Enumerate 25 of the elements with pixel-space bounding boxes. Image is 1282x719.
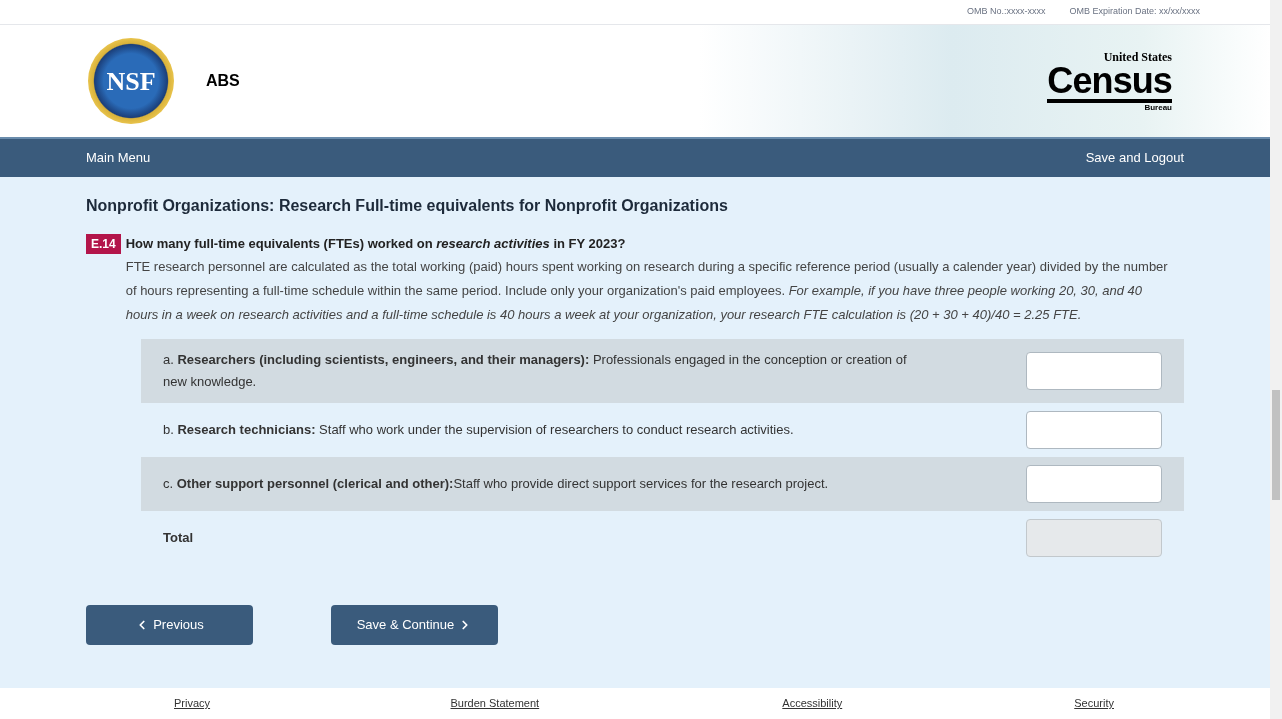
- omb-expiration-date: OMB Expiration Date: xx/xx/xxxx: [1069, 5, 1200, 19]
- answer-field[interactable]: [1026, 464, 1162, 503]
- row-label: a. Researchers (including scientists, engineers, and their managers): Professionals engaged in the conception or creation of new knowledge.: [163, 350, 908, 391]
- survey-name: ABS: [206, 71, 240, 91]
- question-description: FTE research personnel are calculated as the total working (paid) hours spent working on research during a specific reference period (usually a calender year) divided by the number of hours representing a full-time schedule within the same period. Include only your organization's paid employees. For example, if you have three people working 20, 30, and 40 hours in a week on research activities and a full-time schedule is 40 hours a week at your organization, your research FTE calculation is (20 + 30 + 40)/40 = 2.25 FTE.: [125, 257, 1169, 324]
- question-number: E.14: [86, 234, 121, 254]
- census-logo: United States Census Bureau: [1047, 50, 1172, 112]
- answer-field[interactable]: [1026, 351, 1162, 390]
- omb-number: OMB No.:xxxx-xxxx: [966, 5, 1046, 19]
- footer-link[interactable]: Accessibility: [782, 695, 843, 712]
- row-label: Total: [163, 528, 195, 547]
- page-title: Nonprofit Organizations: Research Full-time equivalents for Nonprofit Organizations: [86, 196, 729, 216]
- footer-link[interactable]: Security: [1074, 695, 1114, 712]
- row-label: b. Research technicians: Staff who work under the supervision of researchers to conduct research activities.: [163, 420, 795, 439]
- save-and-logout-link[interactable]: Save and Logout: [1085, 148, 1184, 168]
- question-text: How many full-time equivalents (FTEs) worked on research activities in FY 2023?: [125, 235, 627, 253]
- scrollbar[interactable]: [1270, 0, 1282, 719]
- main-menu-link[interactable]: Main Menu: [86, 148, 151, 168]
- save-continue-button[interactable]: Save & Continue: [331, 604, 498, 645]
- footer-link[interactable]: Burden Statement: [450, 695, 540, 712]
- previous-button[interactable]: Previous: [86, 604, 253, 645]
- row-label: c. Other support personnel (clerical and other):Staff who provide direct support services for the research project.: [163, 474, 830, 493]
- footer-link[interactable]: Privacy: [174, 695, 211, 712]
- nsf-logo: NSF: [88, 38, 174, 124]
- answer-field[interactable]: [1026, 410, 1162, 449]
